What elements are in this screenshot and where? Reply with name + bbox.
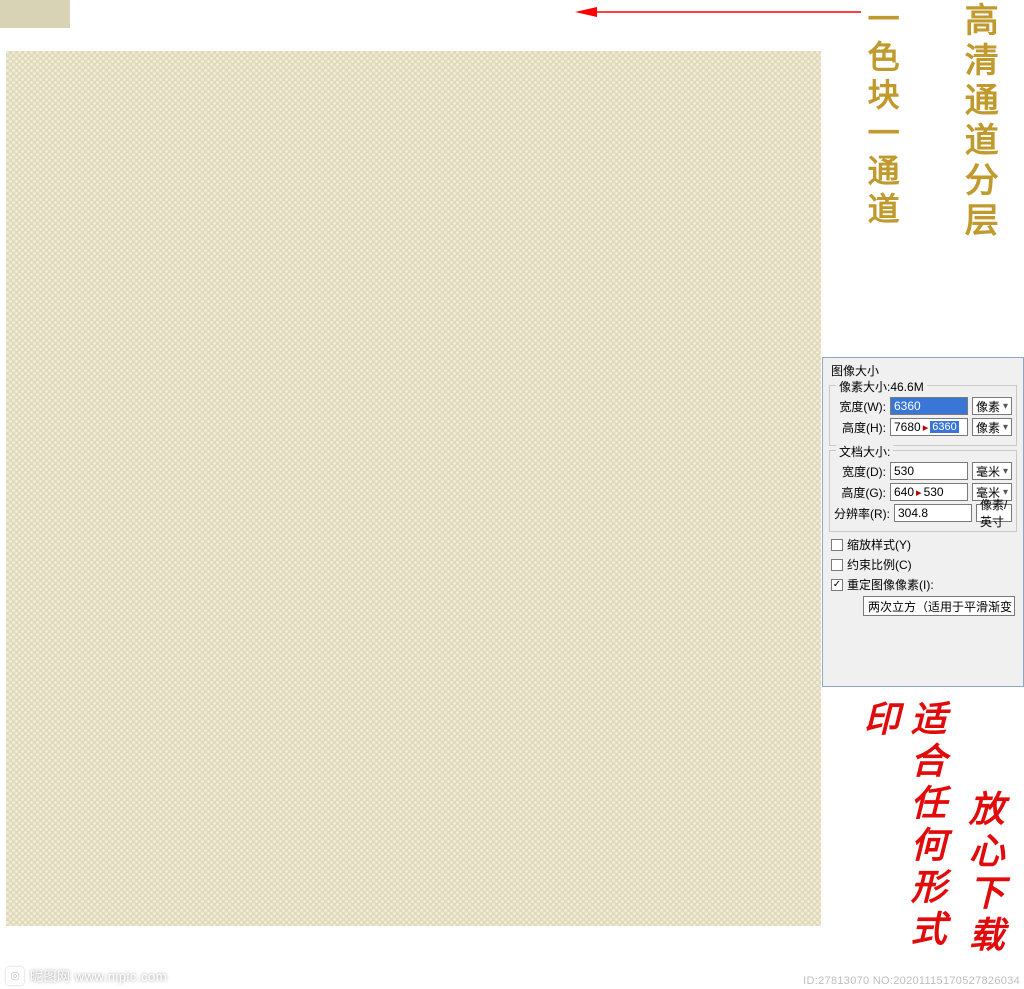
doc-size-group: 文档大小: 宽度(D): 530 毫米▾ 高度(G): 640 ▸ 530 毫米… — [829, 450, 1017, 532]
checkbox-icon — [831, 539, 843, 551]
checkbox-checked-icon — [831, 579, 843, 591]
px-width-label: 宽度(W): — [834, 398, 886, 415]
scale-styles-checkbox[interactable]: 缩放样式(Y) — [831, 536, 1015, 553]
color-swatch — [0, 0, 70, 28]
doc-height-label: 高度(G): — [834, 484, 886, 501]
constrain-checkbox[interactable]: 约束比例(C) — [831, 556, 1015, 573]
doc-width-input[interactable]: 530 — [890, 462, 968, 480]
resample-label: 重定图像像素(I): — [847, 576, 934, 593]
scale-styles-label: 缩放样式(Y) — [847, 536, 911, 553]
px-height-label: 高度(H): — [834, 419, 886, 436]
watermark-right: ID:27813070 NO:20201115170527826034 — [803, 975, 1020, 987]
logo-icon: ◎ — [6, 967, 24, 985]
doc-height-input[interactable]: 640 ▸ 530 — [890, 483, 968, 501]
chevron-down-icon: ▾ — [1003, 401, 1008, 412]
annotation-gold-right: 高清通道分层 — [955, 2, 999, 242]
preview-canvas — [6, 51, 821, 926]
arrow-icon: ▸ — [916, 486, 922, 499]
doc-size-legend: 文档大小: — [836, 443, 893, 460]
checkbox-icon — [831, 559, 843, 571]
doc-width-label: 宽度(D): — [834, 463, 886, 480]
resolution-unit[interactable]: 像素/英寸 — [976, 504, 1012, 522]
stage: { "annotations": { "gold_left": "一色块一通道"… — [0, 0, 1024, 989]
px-width-unit[interactable]: 像素▾ — [972, 397, 1012, 415]
chevron-down-icon: ▾ — [1003, 466, 1008, 477]
resample-checkbox[interactable]: 重定图像像素(I): — [831, 576, 1015, 593]
image-size-dialog: 图像大小 像素大小:46.6M 宽度(W): 6360 像素▾ 高度(H): 7… — [822, 357, 1024, 687]
px-width-input[interactable]: 6360 — [890, 397, 968, 415]
pixel-size-legend: 像素大小:46.6M — [836, 378, 927, 395]
arrow-icon: ▸ — [923, 421, 929, 434]
resample-method-select[interactable]: 两次立方（适用于平滑渐变 — [863, 596, 1015, 616]
chevron-down-icon: ▾ — [1003, 422, 1008, 433]
pointer-arrow — [575, 5, 861, 19]
constrain-label: 约束比例(C) — [847, 556, 912, 573]
pixel-size-group: 像素大小:46.6M 宽度(W): 6360 像素▾ 高度(H): 7680 ▸… — [829, 385, 1017, 446]
resolution-label: 分辨率(R): — [834, 505, 890, 522]
watermark-left: ◎ 昵图网 www.nipic.com — [6, 966, 167, 985]
resolution-input[interactable]: 304.8 — [894, 504, 972, 522]
annotation-red-right: 放心下载 — [960, 790, 1007, 958]
annotation-gold-left: 一色块一通道 — [860, 2, 902, 230]
px-height-unit[interactable]: 像素▾ — [972, 418, 1012, 436]
annotation-red-left: 适合任何形式印 — [855, 700, 949, 989]
px-height-input[interactable]: 7680 ▸ 6360 — [890, 418, 968, 436]
doc-width-unit[interactable]: 毫米▾ — [972, 462, 1012, 480]
